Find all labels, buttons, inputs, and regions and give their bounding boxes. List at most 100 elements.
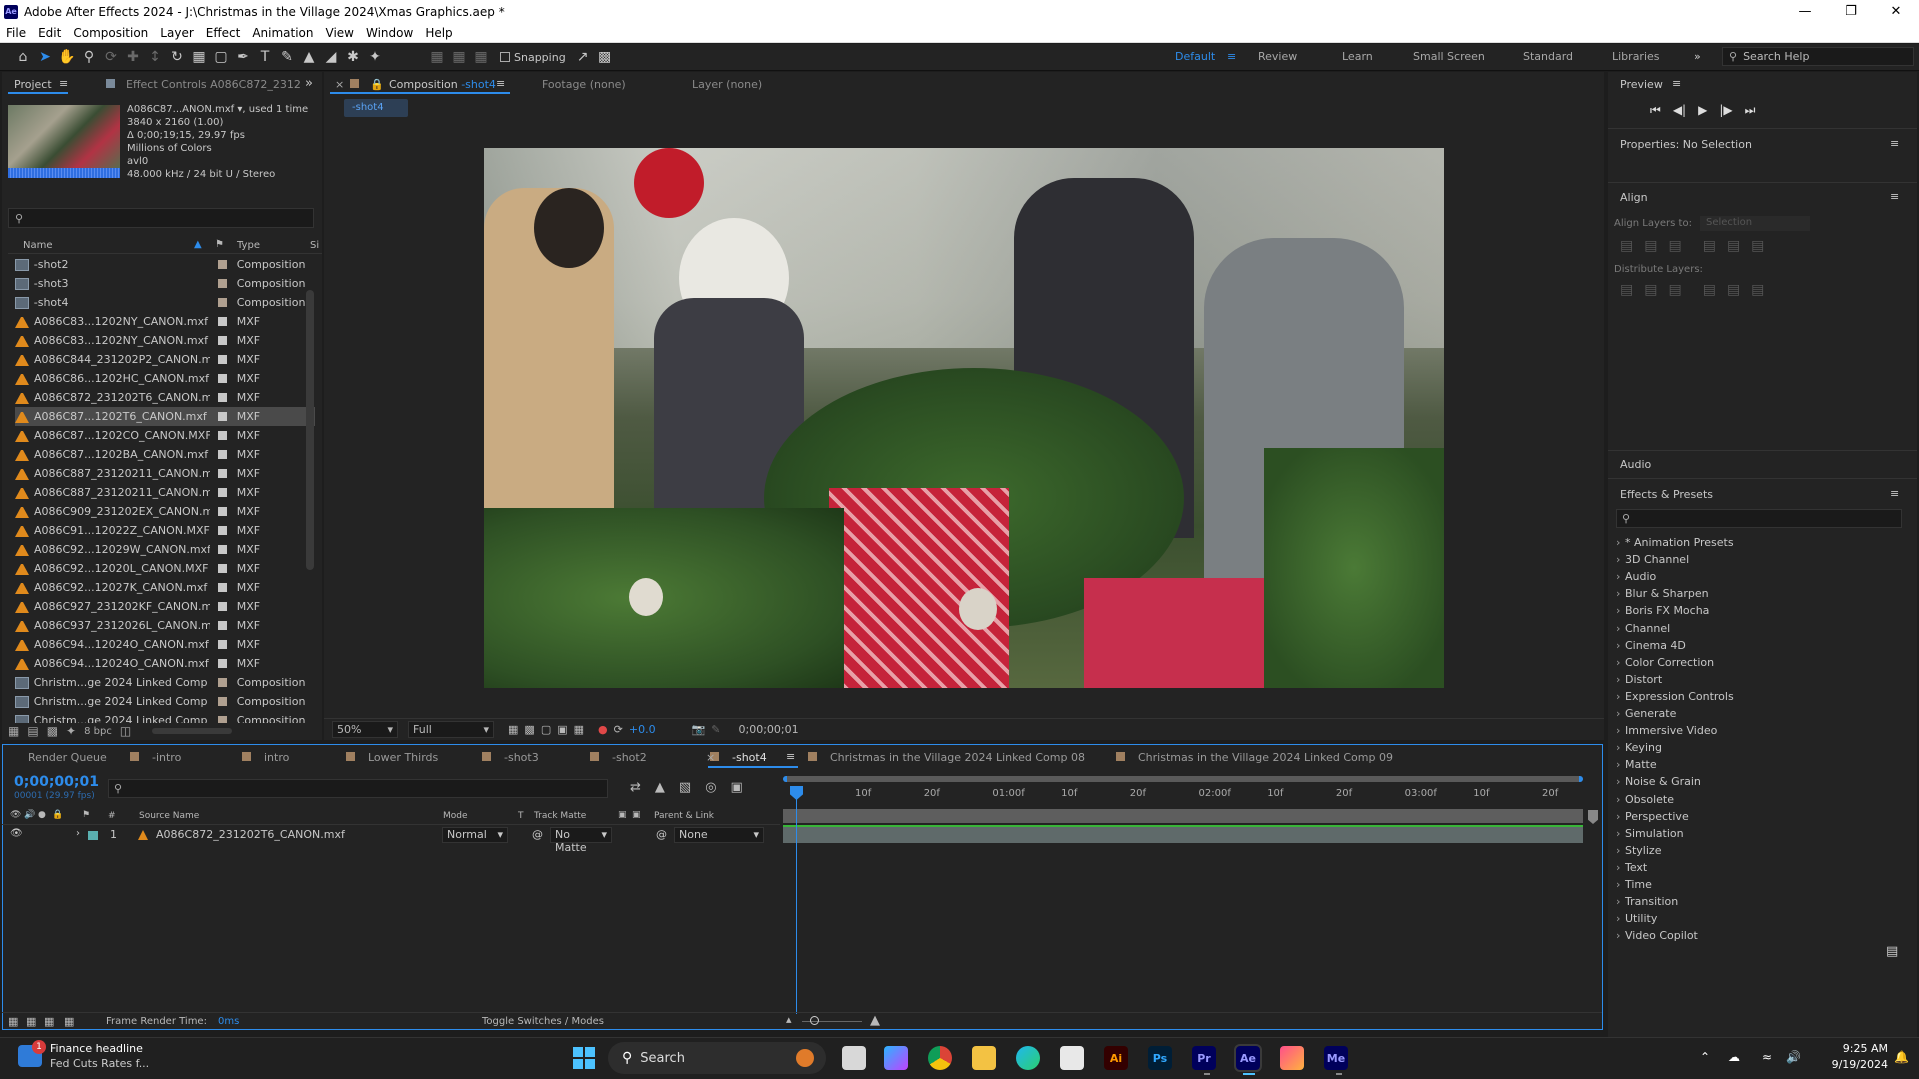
workspace-learn[interactable]: Learn [1342,50,1373,63]
volume-icon[interactable]: 🔊 [1786,1050,1801,1064]
roto-brush-tool-icon[interactable]: ✱ [342,46,364,68]
project-item[interactable]: A086C94...12024O_CANON.mxf MXF [15,635,315,654]
brush-tool-icon[interactable]: ✎ [276,46,298,68]
label-swatch[interactable] [217,374,227,383]
menu-effect[interactable]: Effect [200,26,247,40]
creative-cloud-icon[interactable] [1280,1046,1304,1070]
orbit-tool-icon[interactable]: ⟳ [100,46,122,68]
layer-label-swatch[interactable] [88,831,98,840]
label-swatch[interactable] [217,317,227,326]
project-search-input[interactable]: ⚲ [8,208,314,228]
distribute-top-icon[interactable]: ▤ [1620,282,1633,298]
track-matte-dropdown[interactable]: No Matte ▾ [550,827,612,854]
effects-category[interactable]: Matte [1616,758,1657,771]
render-time-pane-icon[interactable]: ▦ [64,1015,74,1028]
viewer-timecode[interactable]: 0;00;00;01 [739,723,799,736]
label-swatch[interactable] [217,526,227,535]
effects-category[interactable]: Noise & Grain [1616,775,1701,788]
properties-menu-icon[interactable]: ≡ [1890,137,1899,150]
menu-layer[interactable]: Layer [154,26,199,40]
interpret-footage-icon[interactable]: ▦ [8,724,19,738]
type-tool-icon[interactable]: T [254,46,276,68]
more-workspaces-icon[interactable]: » [1694,50,1701,63]
workspace-default[interactable]: Default [1175,50,1215,63]
mask-visibility-icon[interactable]: ▢ [541,723,551,736]
effects-category[interactable]: Obsolete [1616,793,1674,806]
workspace-libraries[interactable]: Libraries [1612,50,1660,63]
timeline-tab[interactable]: Lower Thirds [368,751,438,764]
timeline-tab[interactable]: Christmas in the Village 2024 Linked Com… [1138,751,1393,764]
timeline-tab[interactable]: intro [264,751,289,764]
notification-bell-icon[interactable]: 🔔 [1894,1050,1909,1064]
column-type[interactable]: Type [237,240,260,251]
column-name[interactable]: Name [23,240,53,251]
news-subtitle[interactable]: Fed Cuts Rates f... [50,1057,149,1070]
distribute-hcenter-icon[interactable]: ▤ [1727,282,1740,298]
align-left-icon[interactable]: ▤ [1620,238,1633,254]
comp-breadcrumb[interactable]: -shot4 [344,99,408,117]
label-swatch[interactable] [217,431,227,440]
tab-project[interactable]: Project [14,78,52,91]
distribute-bottom-icon[interactable]: ▤ [1668,282,1681,298]
label-swatch[interactable] [217,298,227,307]
snapping-checkbox[interactable] [500,52,510,62]
project-item[interactable]: A086C94...12024O_CANON.mxf MXF [15,654,315,673]
column-size[interactable]: Si [310,240,319,251]
column-source-name[interactable]: Source Name [139,811,199,821]
time-ruler[interactable]: 10f 20f 01:00f 10f 20f 02:00f 10f 20f 03:00f 10f 2… [783,786,1583,806]
tab-effect-controls[interactable]: Effect Controls A086C872_2312 [126,78,301,91]
solo-switch-icon[interactable]: ● [38,810,46,820]
align-vcenter-icon[interactable]: ▤ [1727,238,1740,254]
bit-depth-button[interactable]: 8 bpc [84,726,112,737]
align-target-dropdown[interactable]: Selection [1700,216,1810,231]
project-item[interactable]: A086C87...1202T6_CANON.mxf MXF [15,407,315,426]
project-item[interactable]: A086C86...1202HC_CANON.mxf MXF [15,369,315,388]
align-bottom-icon[interactable]: ▤ [1751,238,1764,254]
effects-category[interactable]: Time [1616,878,1652,891]
label-swatch[interactable] [217,583,227,592]
project-item[interactable]: A086C887_23120211_CANON.mxf MXF [15,483,315,502]
menu-animation[interactable]: Animation [246,26,319,40]
graph-editor-icon[interactable]: ▣ [731,780,743,795]
hand-tool-icon[interactable]: ✋ [56,46,78,68]
pan-behind-tool-icon[interactable]: ▦ [188,46,210,68]
shy-layers-icon[interactable]: ▧ [679,780,691,795]
label-column-icon[interactable]: ⚑ [82,810,90,820]
fast-previews-icon[interactable]: ▦ [508,723,518,736]
lock-column-icon[interactable]: 🔒 [52,810,63,820]
exposure-value[interactable]: +0.0 [629,723,656,736]
timeline-tab[interactable]: Christmas in the Village 2024 Linked Com… [830,751,1085,764]
timeline-search-input[interactable]: ⚲ [108,779,608,798]
new-folder-icon[interactable]: ▤ [27,724,38,738]
timeline-tab-menu-icon[interactable]: ≡ [786,750,795,763]
close-tab-icon[interactable]: × [335,78,344,91]
lock-icon[interactable]: 🔒 [370,78,384,91]
close-tab-icon[interactable]: × [706,751,715,764]
close-icon[interactable]: ✕ [1873,0,1919,23]
project-item[interactable]: A086C844_231202P2_CANON.mxf MXF [15,350,315,369]
label-swatch[interactable] [217,469,227,478]
taskbar-search[interactable]: ⚲ Search [608,1042,826,1074]
snap-features-icon[interactable]: ▩ [594,46,616,68]
label-swatch[interactable] [217,393,227,402]
distribute-right-icon[interactable]: ▤ [1751,282,1764,298]
label-swatch[interactable] [217,697,227,706]
chrome-icon[interactable] [928,1046,952,1070]
label-swatch[interactable] [217,507,227,516]
menu-window[interactable]: Window [360,26,419,40]
label-swatch[interactable] [217,621,227,630]
microsoft-store-icon[interactable] [1060,1046,1084,1070]
selection-tool-icon[interactable]: ➤ [34,46,56,68]
effects-category[interactable]: Generate [1616,707,1676,720]
project-item[interactable]: A086C927_231202KF_CANON.mxf MXF [15,597,315,616]
clock-date[interactable]: 9/19/2024 [1826,1058,1888,1071]
zoom-tool-icon[interactable]: ⚲ [78,46,100,68]
column-track-matte[interactable]: Track Matte [534,811,586,821]
play-icon[interactable]: ▶ [1698,103,1707,118]
effects-category[interactable]: Blur & Sharpen [1616,587,1709,600]
puppet-tool-icon[interactable]: ✦ [364,46,386,68]
project-item[interactable]: -shot4 Composition [15,293,315,312]
effects-category[interactable]: Text [1616,861,1647,874]
project-horizontal-scrollbar[interactable] [152,728,232,734]
project-item[interactable]: Christm...ge 2024 Linked Comp 06 Composit… [15,692,315,711]
